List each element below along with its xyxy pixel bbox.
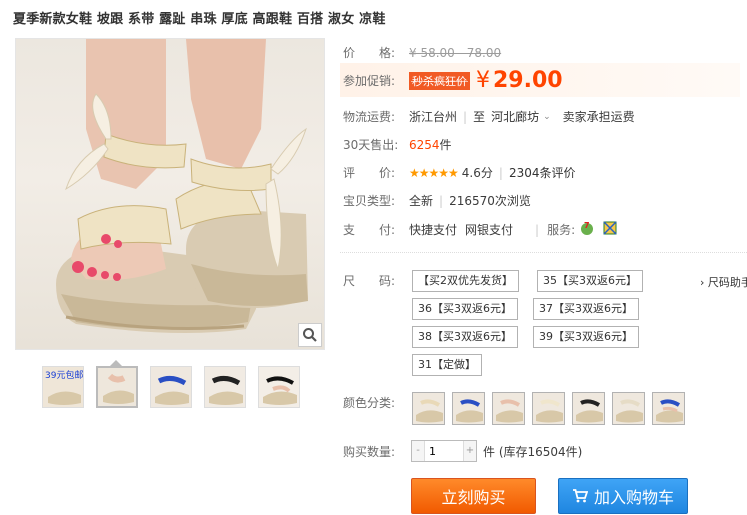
rating-score: 4.6分 <box>461 166 493 180</box>
thumbnail-2[interactable] <box>96 366 138 408</box>
quantity-label: 购买数量: <box>343 445 396 459</box>
original-price: ¥ 58.00 - 78.00 <box>409 45 502 60</box>
payment-row: 支 付: 快捷支付 网银支付 | 服务: 7 <box>343 220 617 239</box>
thumb-image <box>259 367 299 407</box>
divider: | <box>463 109 468 124</box>
stock-text: 件 (库存16504件) <box>483 444 583 459</box>
quantity-control: - + 件 (库存16504件) <box>411 440 582 462</box>
sandal-illustration <box>56 39 308 333</box>
size-option-37[interactable]: 37【买3双返6元】 <box>533 298 639 320</box>
add-to-cart-label: 加入购物车 <box>593 488 674 507</box>
shopping-cart-icon <box>572 489 588 503</box>
color-swatch-6[interactable] <box>612 392 645 425</box>
seven-day-return-icon[interactable]: 7 <box>579 220 595 239</box>
chevron-down-icon[interactable]: ⌄ <box>543 112 551 122</box>
divider: | <box>498 165 503 180</box>
size-option-38[interactable]: 38【买3双返6元】 <box>412 326 518 348</box>
rating-row: 评 价: ★★★★★ 4.6分 | 2304条评价 <box>343 164 575 181</box>
reviews-link[interactable]: 2304条评价 <box>509 164 576 181</box>
sales-unit: 件 <box>439 138 452 152</box>
magnifier-icon <box>303 328 317 342</box>
color-swatch-7[interactable] <box>652 392 685 425</box>
sales-label: 30天售出: <box>343 136 409 153</box>
svg-text:7: 7 <box>584 221 590 230</box>
size-helper-link[interactable]: › 尺码助手 <box>700 274 747 290</box>
buy-now-button[interactable]: 立刻购买 <box>411 478 536 514</box>
shipping-note: 卖家承担运费 <box>562 110 635 124</box>
promo-label: 参加促销: <box>343 74 396 88</box>
payment-label: 支 付: <box>343 223 396 237</box>
shipping-label: 物流运费: <box>343 110 396 124</box>
promo-tag: 秒杀疯狂价 <box>409 71 470 90</box>
thumb-badge-text: 39元包邮 <box>45 369 83 381</box>
type-row: 宝贝类型: 全新 | 216570次浏览 <box>343 192 531 209</box>
section-divider <box>340 252 747 253</box>
star-rating-icon: ★★★★★ <box>409 165 459 180</box>
price-label: 价 格: <box>343 46 396 60</box>
quantity-minus-button[interactable]: - <box>412 441 424 461</box>
service-label: 服务: <box>547 223 576 237</box>
color-swatch-3[interactable] <box>492 392 525 425</box>
ship-to-word: 至 <box>473 110 486 124</box>
sales-label-text: 天售出: <box>358 138 399 152</box>
thumb-image <box>205 367 245 407</box>
payment-method-quick: 快捷支付 <box>409 223 458 237</box>
quantity-label-row: 购买数量: <box>343 443 409 460</box>
sales-label-num: 30 <box>343 138 359 152</box>
product-title: 夏季新款女鞋 坡跟 系带 露趾 串珠 厚底 高跟鞋 百搭 淑女 凉鞋 <box>13 12 386 27</box>
thumbnail-3[interactable] <box>150 366 192 408</box>
sales-count: 6254 <box>409 137 440 152</box>
promo-price: 29.00 <box>493 68 563 93</box>
size-option-31-custom[interactable]: 31【定做】 <box>412 354 482 376</box>
color-swatch-5[interactable] <box>572 392 605 425</box>
rating-label: 评 价: <box>343 166 396 180</box>
ship-to-select[interactable]: 河北廊坊 <box>491 108 539 125</box>
divider: | <box>535 222 540 237</box>
thumbnail-5[interactable] <box>258 366 300 408</box>
thumbnail-4[interactable] <box>204 366 246 408</box>
add-to-cart-button[interactable]: 加入购物车 <box>558 478 688 514</box>
main-product-image[interactable] <box>15 38 325 350</box>
size-label-row: 尺 码: <box>343 272 409 289</box>
color-label-row: 颜色分类: <box>343 394 409 411</box>
sales-row: 30天售出: 6254 件 <box>343 136 452 153</box>
thumb-image <box>151 367 191 407</box>
currency-symbol: ¥ <box>476 68 490 93</box>
quantity-plus-button[interactable]: + <box>464 441 476 461</box>
divider: | <box>439 193 444 208</box>
item-condition: 全新 <box>409 194 434 208</box>
price-row: 价 格: ¥ 58.00 - 78.00 <box>343 44 501 61</box>
ship-from: 浙江台州 <box>409 110 458 124</box>
thumbnail-strip: 39元包邮 <box>42 366 300 408</box>
color-label: 颜色分类: <box>343 396 396 410</box>
thumb-image: 39元包邮 <box>43 367 83 407</box>
view-count: 216570次浏览 <box>449 194 531 208</box>
size-option-39[interactable]: 39【买3双返6元】 <box>533 326 639 348</box>
thumbnail-1[interactable]: 39元包邮 <box>42 366 84 408</box>
quantity-stepper: - + <box>411 440 477 462</box>
color-swatch-2[interactable] <box>452 392 485 425</box>
quantity-input[interactable] <box>424 441 464 461</box>
size-label: 尺 码: <box>343 274 396 288</box>
size-option-35[interactable]: 35【买3双返6元】 <box>537 270 643 292</box>
shipping-row: 物流运费: 浙江台州 | 至 河北廊坊 ⌄ 卖家承担运费 <box>343 108 635 125</box>
size-option-priority[interactable]: 【买2双优先发货】 <box>412 270 519 292</box>
color-swatch-4[interactable] <box>532 392 565 425</box>
thumb-image <box>98 368 136 406</box>
type-label: 宝贝类型: <box>343 194 396 208</box>
zoom-button[interactable] <box>298 323 322 347</box>
color-swatches <box>412 392 685 425</box>
size-option-36[interactable]: 36【买3双返6元】 <box>412 298 518 320</box>
payment-method-bank: 网银支付 <box>465 223 514 237</box>
promo-row: 参加促销: 秒杀疯狂价 ¥ 29.00 <box>343 68 563 93</box>
credit-card-icon[interactable] <box>603 221 617 238</box>
color-swatch-1[interactable] <box>412 392 445 425</box>
